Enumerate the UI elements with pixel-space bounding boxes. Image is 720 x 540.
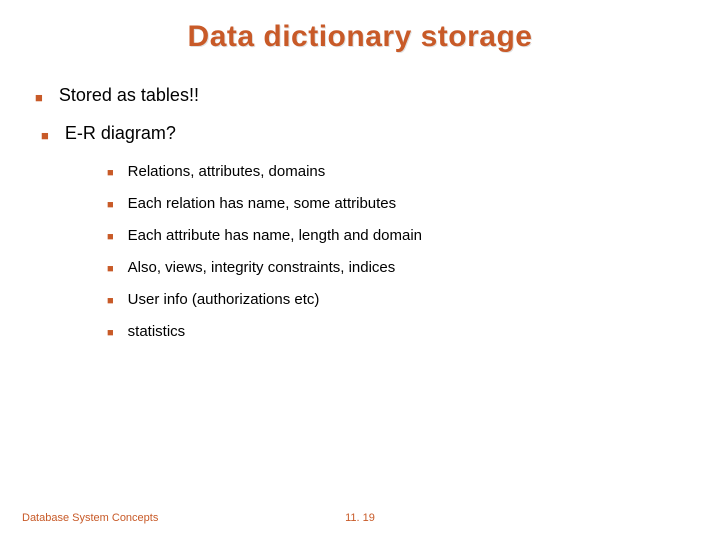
bullet-level2: ■ Also, views, integrity constraints, in…	[107, 259, 685, 277]
bullet-level2: ■ Each relation has name, some attribute…	[107, 195, 685, 213]
sub-bullet-list: ■ Relations, attributes, domains ■ Each …	[107, 163, 685, 341]
bullet-level2: ■ Each attribute has name, length and do…	[107, 227, 685, 245]
square-bullet-icon: ■	[41, 127, 49, 145]
bullet-text: Each relation has name, some attributes	[128, 195, 396, 212]
bullet-level2: ■ statistics	[107, 323, 685, 341]
square-bullet-icon: ■	[107, 326, 114, 341]
slide-title: Data dictionary storage	[0, 20, 720, 54]
bullet-text: Stored as tables!!	[59, 85, 199, 106]
bullet-level2: ■ Relations, attributes, domains	[107, 163, 685, 181]
bullet-level1: ■ Stored as tables!!	[35, 85, 685, 107]
square-bullet-icon: ■	[107, 262, 114, 277]
square-bullet-icon: ■	[35, 89, 43, 107]
bullet-text: User info (authorizations etc)	[128, 291, 320, 308]
bullet-level1: ■ E-R diagram?	[35, 123, 685, 145]
content-area: ■ Stored as tables!! ■ E-R diagram? ■ Re…	[35, 85, 685, 355]
square-bullet-icon: ■	[107, 230, 114, 245]
bullet-text: statistics	[128, 323, 186, 340]
slide: Data dictionary storage ■ Stored as tabl…	[0, 0, 720, 540]
bullet-text: Relations, attributes, domains	[128, 163, 326, 180]
bullet-text: E-R diagram?	[65, 123, 176, 144]
bullet-level2: ■ User info (authorizations etc)	[107, 291, 685, 309]
square-bullet-icon: ■	[107, 294, 114, 309]
bullet-text: Also, views, integrity constraints, indi…	[128, 259, 396, 276]
square-bullet-icon: ■	[107, 166, 114, 181]
footer-page-number: 11. 19	[0, 512, 720, 524]
square-bullet-icon: ■	[107, 198, 114, 213]
bullet-text: Each attribute has name, length and doma…	[128, 227, 422, 244]
